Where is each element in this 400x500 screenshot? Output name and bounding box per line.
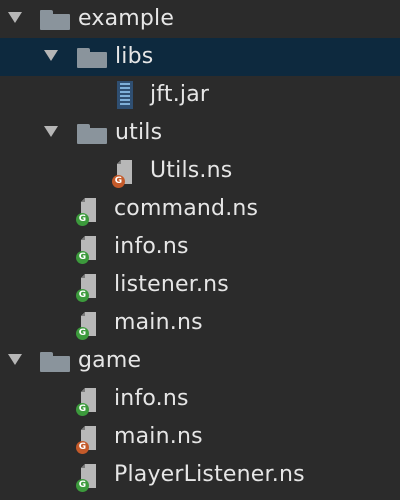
tree-item-main-ns[interactable]: G main.ns: [0, 418, 400, 456]
g-badge-icon: G: [76, 213, 89, 226]
tree-item-playerlistener-ns[interactable]: G PlayerListener.ns: [0, 456, 400, 494]
g-badge-icon: G: [76, 251, 89, 264]
tree-item-label: command.ns: [114, 196, 259, 221]
folder-icon: [77, 124, 107, 144]
tree-item-label: PlayerListener.ns: [114, 462, 305, 487]
tree-item-label: example: [78, 6, 175, 31]
tree-item-label: jft.jar: [150, 82, 210, 107]
g-badge-icon: G: [76, 327, 89, 340]
ns-file-icon: G: [76, 462, 104, 492]
g-badge-icon: G: [76, 479, 89, 492]
g-badge-icon: G: [76, 441, 89, 454]
jar-file-icon: [117, 81, 133, 109]
tree-item-utils[interactable]: utils: [0, 114, 400, 152]
chevron-down-icon[interactable]: [8, 354, 22, 365]
chevron-down-icon[interactable]: [44, 126, 58, 137]
ns-file-icon: G: [76, 196, 104, 226]
tree-item-label: game: [78, 348, 142, 373]
tree-item-label: utils: [115, 120, 163, 145]
project-tree: example libs jft.jar utils G Utils.ns G …: [0, 0, 400, 500]
ns-file-icon: G: [76, 386, 104, 416]
tree-item-main-ns[interactable]: G main.ns: [0, 304, 400, 342]
tree-item-label: main.ns: [114, 310, 203, 335]
g-badge-icon: G: [112, 175, 125, 188]
ns-file-icon: G: [76, 310, 104, 340]
folder-icon: [77, 48, 107, 68]
ns-file-icon: G: [76, 424, 104, 454]
tree-item-libs[interactable]: libs: [0, 38, 400, 76]
tree-item-listener-ns[interactable]: G listener.ns: [0, 266, 400, 304]
tree-item-command-ns[interactable]: G command.ns: [0, 190, 400, 228]
folder-icon: [40, 10, 70, 30]
chevron-down-icon[interactable]: [8, 12, 22, 23]
tree-item-info-ns[interactable]: G info.ns: [0, 380, 400, 418]
tree-item-label: listener.ns: [114, 272, 229, 297]
tree-item-jft-jar[interactable]: jft.jar: [0, 76, 400, 114]
tree-item-info-ns[interactable]: G info.ns: [0, 228, 400, 266]
tree-item-label: main.ns: [114, 424, 203, 449]
tree-item-label: libs: [115, 44, 154, 69]
tree-item-utils-ns[interactable]: G Utils.ns: [0, 152, 400, 190]
ns-file-icon: G: [76, 234, 104, 264]
folder-icon: [40, 352, 70, 372]
g-badge-icon: G: [76, 289, 89, 302]
tree-item-example[interactable]: example: [0, 0, 400, 38]
tree-item-label: info.ns: [114, 386, 189, 411]
tree-item-label: Utils.ns: [150, 158, 233, 183]
ns-file-icon: G: [76, 272, 104, 302]
g-badge-icon: G: [76, 403, 89, 416]
tree-item-label: info.ns: [114, 234, 189, 259]
ns-file-icon: G: [112, 158, 140, 188]
chevron-down-icon[interactable]: [44, 50, 58, 61]
tree-item-game[interactable]: game: [0, 342, 400, 380]
